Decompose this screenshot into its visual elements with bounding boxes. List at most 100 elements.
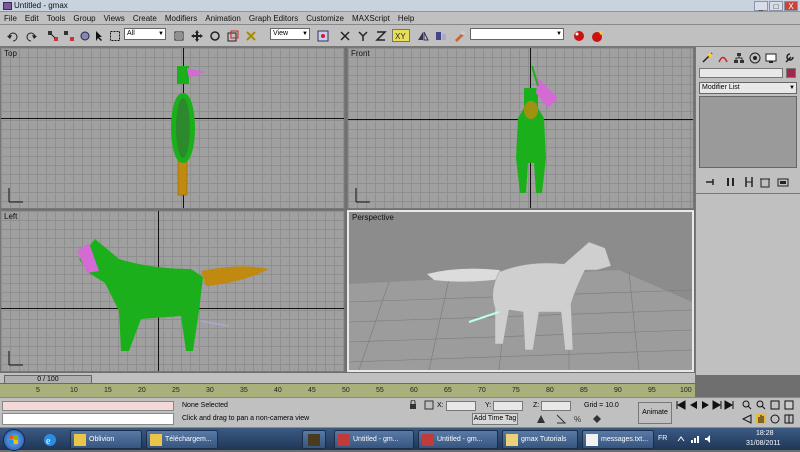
align-icon[interactable] bbox=[434, 29, 447, 42]
zoom-all-icon[interactable] bbox=[756, 400, 766, 410]
go-to-end-icon[interactable] bbox=[724, 400, 734, 410]
taskbar-item-gmax-1[interactable]: Untitled - gm... bbox=[334, 430, 414, 449]
menu-create[interactable]: Create bbox=[133, 14, 157, 23]
arc-rotate-icon[interactable] bbox=[770, 414, 780, 424]
maximize-button[interactable]: □ bbox=[769, 1, 783, 11]
pivot-center-icon[interactable] bbox=[316, 29, 329, 42]
named-selection-dropdown[interactable]: ▼ bbox=[470, 28, 564, 40]
hierarchy-panel-icon[interactable] bbox=[732, 51, 745, 64]
undo-icon[interactable] bbox=[6, 29, 19, 42]
play-icon[interactable] bbox=[700, 400, 710, 410]
utilities-panel-icon[interactable] bbox=[782, 51, 795, 64]
select-arrow-icon[interactable] bbox=[92, 29, 105, 42]
snap-toggle-icon[interactable] bbox=[536, 414, 546, 424]
link-icon[interactable] bbox=[46, 29, 59, 42]
menu-customize[interactable]: Customize bbox=[306, 14, 344, 23]
viewport-left[interactable]: Left bbox=[0, 210, 345, 372]
zoom-icon[interactable] bbox=[742, 400, 752, 410]
menu-animation[interactable]: Animation bbox=[205, 14, 241, 23]
select-by-name-icon[interactable] bbox=[172, 29, 185, 42]
render-icon[interactable] bbox=[572, 29, 585, 42]
quick-render-icon[interactable] bbox=[590, 29, 603, 42]
move-icon[interactable] bbox=[190, 29, 203, 42]
min-max-toggle-icon[interactable] bbox=[784, 414, 794, 424]
object-name-field[interactable] bbox=[699, 68, 783, 78]
restrict-y-icon[interactable] bbox=[356, 29, 369, 42]
start-button[interactable] bbox=[3, 429, 25, 451]
redo-icon[interactable] bbox=[24, 29, 37, 42]
menu-help[interactable]: Help bbox=[398, 14, 414, 23]
percent-snap-icon[interactable]: % bbox=[574, 414, 584, 424]
bind-space-warp-icon[interactable] bbox=[78, 29, 91, 42]
field-of-view-icon[interactable] bbox=[742, 414, 752, 424]
volume-icon[interactable] bbox=[704, 434, 714, 444]
mirror-icon[interactable] bbox=[416, 29, 429, 42]
taskbar-item-telechargements[interactable]: Téléchargem... bbox=[146, 430, 218, 449]
select-region-icon[interactable] bbox=[108, 29, 121, 42]
maxscript-input[interactable] bbox=[2, 413, 174, 425]
add-time-tag-button[interactable]: Add Time Tag bbox=[472, 413, 518, 425]
selection-filter-dropdown[interactable]: All ▼ bbox=[124, 28, 166, 40]
minimize-button[interactable]: _ bbox=[754, 1, 768, 11]
language-indicator[interactable]: FR bbox=[658, 435, 667, 442]
internet-explorer-icon[interactable]: e bbox=[42, 432, 58, 448]
previous-frame-icon[interactable] bbox=[688, 400, 698, 410]
taskbar-item-oblivion[interactable]: Oblivion bbox=[70, 430, 142, 449]
taskbar-item-game[interactable] bbox=[302, 430, 326, 449]
rotate-icon[interactable] bbox=[208, 29, 221, 42]
network-icon[interactable] bbox=[690, 434, 700, 444]
spinner-snap-icon[interactable] bbox=[592, 414, 602, 424]
menu-file[interactable]: File bbox=[4, 14, 17, 23]
z-coordinate-field[interactable] bbox=[541, 401, 571, 411]
clock-date[interactable]: 31/08/2011 bbox=[746, 440, 781, 447]
pin-stack-icon[interactable] bbox=[704, 175, 717, 188]
pan-hand-icon[interactable] bbox=[756, 414, 766, 424]
next-frame-icon[interactable] bbox=[712, 400, 722, 410]
close-button[interactable]: X bbox=[784, 1, 798, 11]
select-manipulate-icon[interactable] bbox=[244, 29, 257, 42]
restrict-x-icon[interactable] bbox=[338, 29, 351, 42]
menu-modifiers[interactable]: Modifiers bbox=[165, 14, 197, 23]
viewport-front[interactable]: Front bbox=[347, 47, 694, 209]
menu-maxscript[interactable]: MAXScript bbox=[352, 14, 390, 23]
lock-selection-icon[interactable] bbox=[408, 400, 418, 410]
angle-snap-icon[interactable] bbox=[556, 414, 566, 424]
viewport-top[interactable]: Top bbox=[0, 47, 345, 209]
restrict-z-icon[interactable] bbox=[374, 29, 387, 42]
show-end-result-icon[interactable] bbox=[724, 175, 737, 188]
display-panel-icon[interactable] bbox=[764, 51, 777, 64]
menu-tools[interactable]: Tools bbox=[47, 14, 66, 23]
y-coordinate-field[interactable] bbox=[493, 401, 523, 411]
remove-modifier-icon[interactable] bbox=[758, 175, 771, 188]
taskbar-item-gmax-2[interactable]: Untitled - gm... bbox=[418, 430, 498, 449]
maxscript-listener-mini[interactable] bbox=[2, 401, 174, 411]
animate-button[interactable]: Animate bbox=[638, 402, 672, 424]
modifier-stack[interactable] bbox=[699, 96, 797, 168]
zoom-extents-all-icon[interactable] bbox=[784, 400, 794, 410]
menu-group[interactable]: Group bbox=[73, 14, 95, 23]
menu-graph-editors[interactable]: Graph Editors bbox=[249, 14, 298, 23]
zoom-extents-icon[interactable] bbox=[770, 400, 780, 410]
make-unique-icon[interactable] bbox=[742, 175, 755, 188]
modify-panel-icon[interactable] bbox=[716, 51, 729, 64]
viewport-perspective[interactable]: Perspective bbox=[347, 210, 694, 372]
taskbar-item-messages[interactable]: messages.txt... bbox=[582, 430, 654, 449]
x-coordinate-field[interactable] bbox=[446, 401, 476, 411]
scale-icon[interactable] bbox=[226, 29, 239, 42]
modifier-list-dropdown[interactable]: Modifier List ▼ bbox=[699, 82, 797, 94]
go-to-start-icon[interactable] bbox=[676, 400, 686, 410]
object-color-swatch[interactable] bbox=[786, 68, 796, 78]
motion-panel-icon[interactable] bbox=[748, 51, 761, 64]
create-panel-icon[interactable] bbox=[700, 51, 713, 64]
taskbar-item-gmax-tutorials[interactable]: gmax Tutorials bbox=[502, 430, 578, 449]
menu-edit[interactable]: Edit bbox=[25, 14, 39, 23]
menu-views[interactable]: Views bbox=[104, 14, 125, 23]
restrict-xy-icon[interactable]: XY bbox=[392, 29, 410, 42]
material-editor-icon[interactable] bbox=[452, 29, 465, 42]
track-bar[interactable]: 5 10 15 20 25 30 35 40 45 50 55 60 65 70… bbox=[0, 383, 695, 397]
unlink-icon[interactable] bbox=[62, 29, 75, 42]
absolute-relative-icon[interactable] bbox=[424, 400, 434, 410]
tray-arrow-icon[interactable] bbox=[676, 434, 686, 444]
configure-modifier-sets-icon[interactable] bbox=[776, 175, 789, 188]
reference-coord-dropdown[interactable]: View ▼ bbox=[270, 28, 310, 40]
